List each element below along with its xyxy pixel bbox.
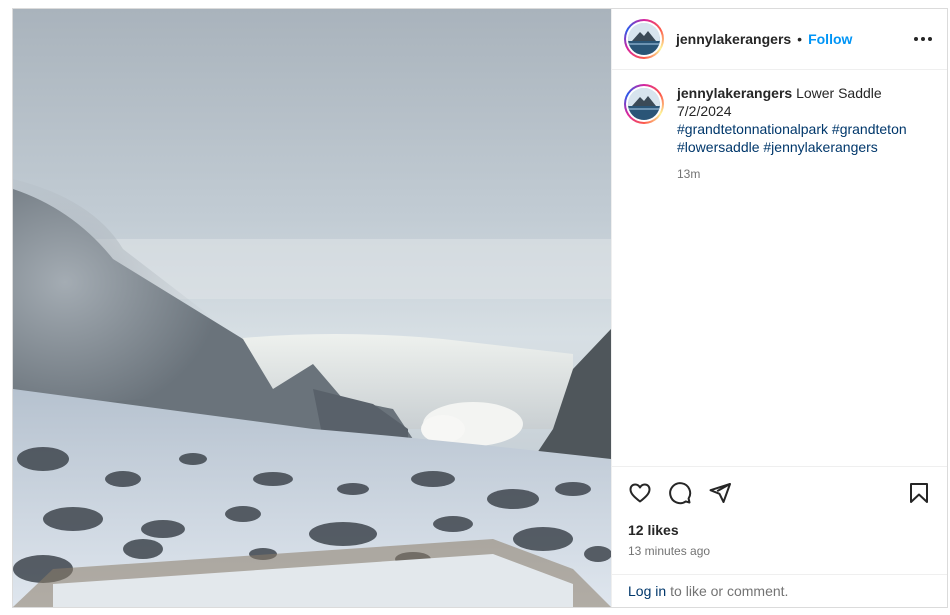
caption-avatar-frame	[626, 86, 662, 122]
story-ring[interactable]	[624, 19, 664, 59]
post-header: jennylakerangers • Follow	[612, 9, 947, 70]
heart-icon[interactable]	[628, 481, 652, 505]
avatar[interactable]	[628, 23, 660, 55]
hashtag-link[interactable]: #grandtetonnationalpark	[677, 121, 828, 137]
header-username[interactable]: jennylakerangers	[676, 31, 791, 47]
post-dialog: jennylakerangers • Follow jennylakerange…	[12, 8, 948, 608]
post-image[interactable]	[13, 9, 611, 607]
avatar-mountain-icon	[628, 88, 660, 120]
post-sidebar: jennylakerangers • Follow jennylakerange…	[611, 9, 947, 607]
caption-title: Lower Saddle	[796, 85, 882, 101]
caption-story-ring[interactable]	[624, 84, 664, 124]
follow-button[interactable]: Follow	[808, 31, 852, 47]
comment-icon[interactable]	[668, 481, 692, 505]
action-bar	[612, 466, 947, 518]
avatar-frame	[626, 21, 662, 57]
login-prompt: Log in to like or comment.	[612, 574, 947, 607]
caption-avatar[interactable]	[628, 88, 660, 120]
more-options-icon[interactable]	[911, 27, 935, 51]
likes-count[interactable]: 12 likes	[612, 522, 947, 538]
share-icon[interactable]	[708, 481, 732, 505]
login-prompt-text: to like or comment.	[670, 583, 789, 599]
post-timestamp[interactable]: 13 minutes ago	[612, 544, 947, 558]
separator-dot: •	[797, 31, 803, 47]
caption-time: 13m	[677, 167, 701, 181]
login-link[interactable]: Log in	[628, 583, 666, 599]
bookmark-icon[interactable]	[907, 481, 931, 505]
hashtag-link[interactable]: #lowersaddle	[677, 139, 760, 155]
fog-mountain-photo	[13, 9, 611, 607]
caption-date: 7/2/2024	[677, 103, 732, 119]
hashtag-link[interactable]: #grandteton	[832, 121, 907, 137]
comments-area: jennylakerangers Lower Saddle 7/2/2024 #…	[612, 70, 947, 466]
avatar-mountain-icon	[628, 23, 660, 55]
caption: jennylakerangers Lower Saddle 7/2/2024 #…	[624, 84, 935, 183]
caption-line-1: jennylakerangers Lower Saddle	[677, 84, 907, 102]
caption-username[interactable]: jennylakerangers	[677, 85, 792, 101]
caption-hashtags: #grandtetonnationalpark #grandteton #low…	[677, 120, 907, 156]
hashtag-link[interactable]: #jennylakerangers	[763, 139, 877, 155]
caption-body: jennylakerangers Lower Saddle 7/2/2024 #…	[677, 84, 907, 183]
